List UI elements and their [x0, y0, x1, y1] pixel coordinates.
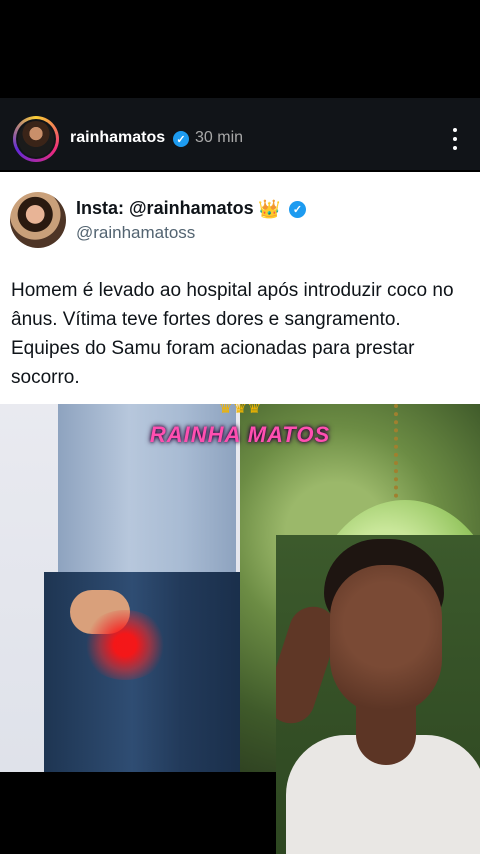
- verified-badge-icon: ✓: [173, 131, 189, 147]
- coconut-stem: [394, 404, 446, 514]
- avatar-photo: [18, 121, 54, 157]
- reaction-overlay: [276, 535, 480, 854]
- red-pain-glow: [82, 610, 168, 680]
- tweet-avatar: [10, 192, 66, 248]
- watermark-crown-icon: ♛♛♛: [218, 404, 262, 417]
- watermark-logo: RAINHA MATOS: [149, 422, 331, 447]
- crown-icon: 👑: [258, 199, 281, 219]
- tweet-card: Insta: @rainhamatos 👑 ✓ @rainhamatoss Ho…: [0, 172, 480, 404]
- post-time: 30 min: [195, 129, 244, 146]
- username[interactable]: rainhamatos: [70, 129, 165, 147]
- post-header: rainhamatos ✓ 30 min: [0, 98, 480, 170]
- face: [330, 565, 442, 715]
- tweet-handle: @rainhamatoss: [76, 223, 196, 242]
- profile-avatar[interactable]: [13, 116, 59, 162]
- tweet-text: Homem é levado ao hospital após introduz…: [11, 280, 454, 388]
- left-photo: [0, 404, 240, 772]
- tweet-display-name: Insta: @rainhamatos: [76, 198, 254, 218]
- more-options-icon[interactable]: [452, 128, 458, 150]
- tweet-verified-icon: ✓: [289, 201, 306, 218]
